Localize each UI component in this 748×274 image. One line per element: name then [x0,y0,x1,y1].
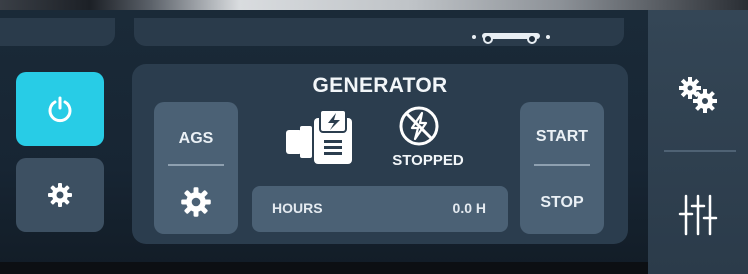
screen: GENERATOR AGS STOPPED HOURS 0.0 H START … [0,10,748,274]
generator-status: STOPPED [392,152,464,169]
upper-left-panel [0,18,115,46]
generator-icon [286,109,352,164]
settings-button[interactable] [16,158,104,232]
generator-title: GENERATOR [312,74,448,97]
no-power-icon [399,106,439,146]
ags-button[interactable]: AGS [154,102,238,234]
start-button[interactable]: START [520,128,604,146]
gear-icon [48,183,72,207]
power-button[interactable] [16,72,104,146]
stop-button[interactable]: STOP [520,194,604,212]
hours-label: HOURS [272,200,323,216]
start-stop-divider [534,164,590,166]
start-stop-control: START STOP [520,102,604,234]
sidebar-divider [664,150,736,152]
generator-panel: GENERATOR AGS STOPPED HOURS 0.0 H START … [132,64,628,244]
ags-divider [168,164,224,166]
upper-center-panel [134,18,624,46]
gear-icon[interactable] [180,186,212,218]
power-icon [48,96,72,123]
hours-value: 0.0 H [452,200,486,216]
sidebar [648,10,748,274]
link-icon [472,33,550,44]
sidebar-sliders-button[interactable] [648,170,748,260]
sidebar-settings-button[interactable] [648,50,748,140]
bottom-edge [0,262,648,274]
hours-readout: HOURS 0.0 H [252,186,508,232]
ags-label: AGS [178,130,214,147]
sliders-icon [678,194,718,236]
gears-icon [679,77,717,113]
